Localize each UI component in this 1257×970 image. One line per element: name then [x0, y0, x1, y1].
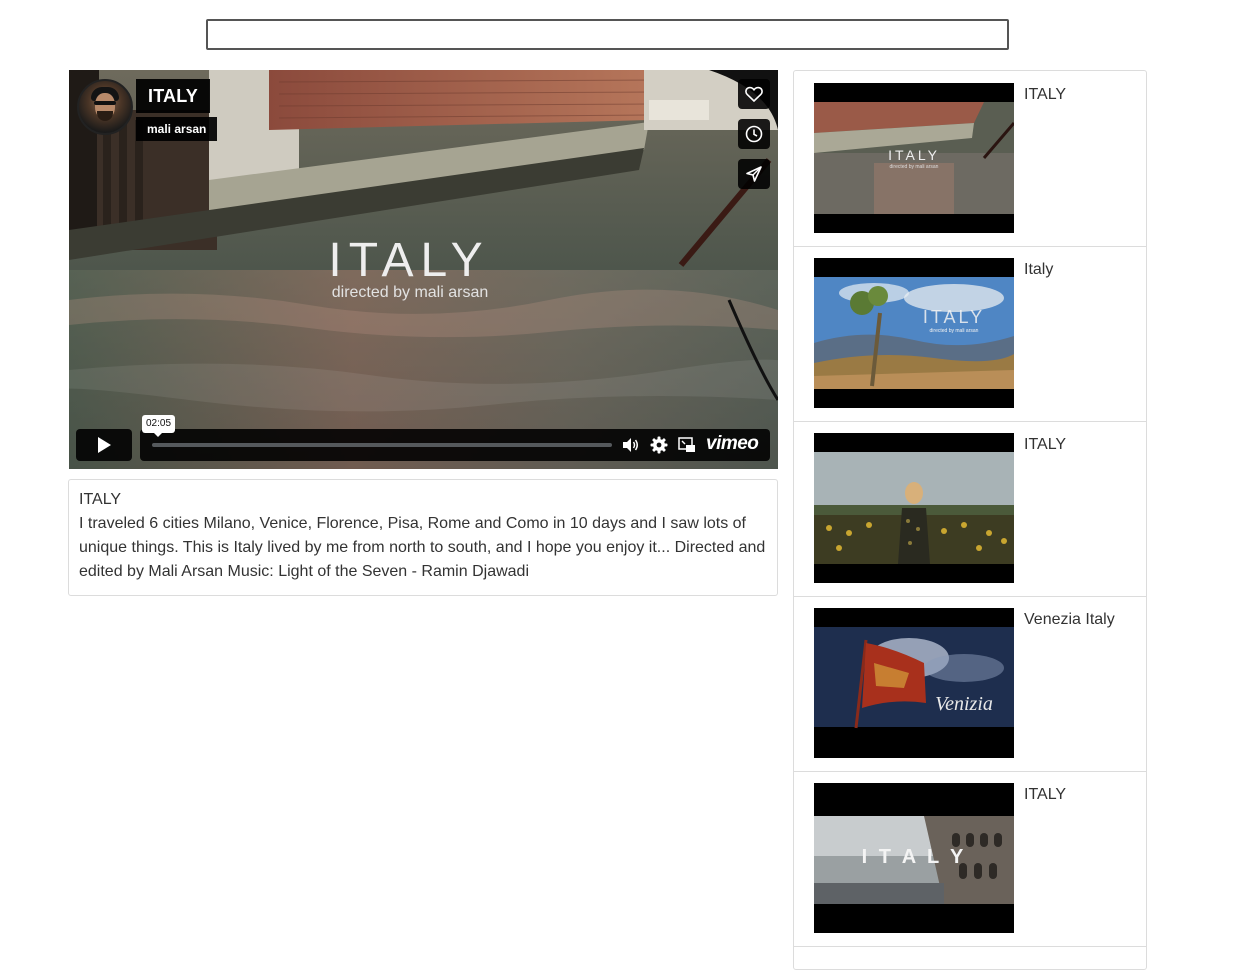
related-video-item[interactable]: ITALY directed by mali arsan Italy	[794, 246, 1146, 422]
related-video-title[interactable]: Italy	[1024, 260, 1053, 280]
related-videos-list: ITALY directed by mali arsan ITALY ITALY…	[793, 70, 1147, 970]
like-button[interactable]	[738, 79, 770, 109]
share-button[interactable]	[738, 159, 770, 189]
related-video-title[interactable]: ITALY	[1024, 85, 1066, 105]
video-title-chip[interactable]: ITALY	[136, 79, 211, 113]
related-video-title[interactable]: ITALY	[1024, 785, 1066, 805]
thumbnail-subtitle: directed by mali arsan	[890, 164, 939, 170]
volume-button[interactable]	[622, 436, 640, 454]
thumbnail-title: ITALY	[923, 307, 985, 327]
video-player[interactable]: ITALY directed by mali arsan ITALY mali …	[69, 70, 778, 469]
video-thumbnail[interactable]: Venizia	[814, 608, 1014, 758]
clock-icon	[745, 125, 763, 143]
control-bar: vimeo	[140, 429, 770, 461]
settings-button[interactable]	[650, 436, 668, 454]
video-overlay-subtitle: directed by mali arsan	[332, 284, 489, 301]
related-video-title[interactable]: ITALY	[1024, 435, 1066, 455]
video-thumbnail[interactable]: I T A L Y	[814, 783, 1014, 933]
description-title: ITALY	[79, 491, 122, 508]
video-overlay-title: ITALY	[328, 234, 489, 287]
thumbnail-subtitle: directed by mali arsan	[930, 328, 979, 334]
settings-icon	[650, 436, 668, 454]
author-avatar[interactable]	[77, 79, 133, 135]
send-icon	[746, 166, 762, 182]
video-thumbnail[interactable]	[814, 433, 1014, 583]
related-video-title[interactable]: Venezia Italy	[1024, 610, 1115, 630]
player-controls: vimeo 02:05	[76, 415, 770, 461]
pip-button[interactable]	[678, 436, 696, 454]
related-video-item[interactable]: Venizia Venezia Italy	[794, 596, 1146, 772]
author-name-chip[interactable]: mali arsan	[136, 117, 218, 141]
volume-icon	[623, 438, 638, 452]
related-video-item[interactable]: ITALY	[794, 421, 1146, 597]
vimeo-logo[interactable]: vimeo	[706, 433, 759, 455]
thumbnail-title: I T A L Y	[862, 846, 967, 868]
heart-icon	[745, 86, 763, 102]
play-icon	[98, 437, 111, 453]
pip-icon	[678, 437, 695, 452]
video-thumbnail[interactable]: ITALY directed by mali arsan	[814, 83, 1014, 233]
video-thumbnail[interactable]: ITALY directed by mali arsan	[814, 258, 1014, 408]
related-video-item[interactable]: I T A L Y ITALY	[794, 771, 1146, 947]
thumbnail-title: Venizia	[935, 693, 993, 715]
video-description-card: ITALY I traveled 6 cities Milano, Venice…	[68, 479, 778, 596]
watch-later-button[interactable]	[738, 119, 770, 149]
related-video-item[interactable]: ITALY directed by mali arsan ITALY	[794, 71, 1146, 247]
thumbnail-title: ITALY	[888, 147, 940, 163]
progress-bar[interactable]	[152, 443, 612, 447]
play-button[interactable]	[76, 429, 132, 461]
search-input[interactable]	[206, 19, 1009, 50]
time-tooltip: 02:05	[142, 415, 176, 437]
description-body: I traveled 6 cities Milano, Venice, Flor…	[79, 515, 766, 580]
